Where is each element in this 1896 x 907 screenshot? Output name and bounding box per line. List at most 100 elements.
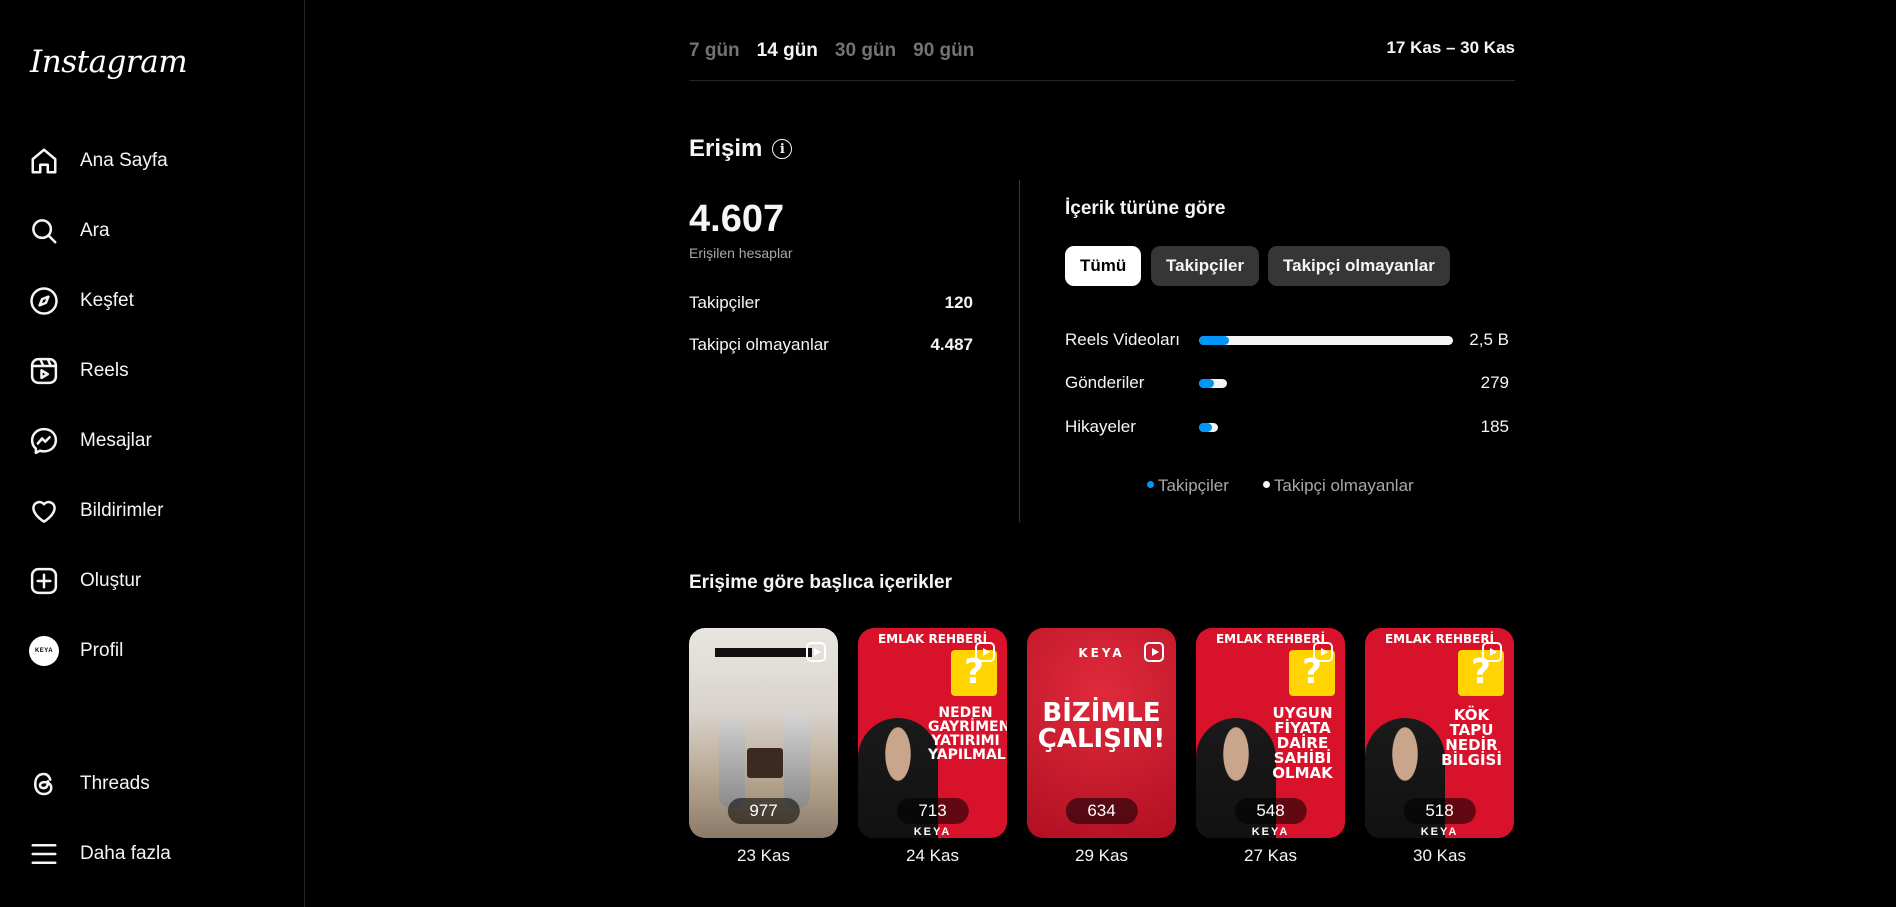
- post-date: 23 Kas: [737, 846, 790, 865]
- reel-icon: [975, 642, 995, 662]
- bar-track: [1199, 378, 1453, 388]
- nav-label: Ara: [80, 220, 110, 241]
- reel-icon: [1313, 642, 1333, 662]
- nav-label: Bildirimler: [80, 500, 164, 521]
- reach-count: 518: [1403, 798, 1476, 824]
- nav-label: Ana Sayfa: [80, 150, 168, 171]
- bar-label: Reels Videoları: [1065, 330, 1180, 349]
- nav-label: Reels: [80, 360, 129, 381]
- legend-label: Takipçi olmayanlar: [1273, 476, 1414, 495]
- tab-30-days[interactable]: 30 gün: [835, 40, 896, 62]
- thumb-headline: UYGUN FİYATA DAİRE SAHİBİ OLMAK: [1272, 704, 1333, 782]
- stat-label: Takipçiler: [689, 293, 760, 312]
- sidebar: Instagram Ana Sayfa Ara Keşfet Reels Mes…: [0, 0, 305, 907]
- top-content-title: Erişime göre başlıca içerikler: [689, 572, 952, 593]
- robot-figure: [719, 718, 745, 808]
- tab-90-days[interactable]: 90 gün: [913, 40, 974, 62]
- search-icon: [18, 205, 70, 257]
- thumb-headline: BİZİMLE ÇALIŞIN!: [1037, 698, 1166, 754]
- thumb-brand-bottom: KEYA: [913, 826, 952, 838]
- reach-count: 634: [1065, 798, 1138, 824]
- reach-total-label: Erişilen hesaplar: [689, 245, 793, 261]
- bar-label: Hikayeler: [1065, 417, 1136, 436]
- top-content-item: EMLAK REHBERİ KÖK TAPU NEDİR BİLGİSİ 518…: [1365, 628, 1514, 866]
- bar-fill-total: [1199, 335, 1453, 345]
- legend-dot: [1262, 481, 1270, 489]
- legend: Takipçiler Takipçi olmayanlar: [1147, 476, 1414, 496]
- bar-fill-followers: [1199, 378, 1215, 388]
- reach-total: 4.607: [689, 198, 785, 240]
- bar-row-reels: Reels Videoları 2,5 B: [1065, 328, 1509, 352]
- nav-messages[interactable]: Mesajlar: [18, 415, 288, 467]
- info-icon[interactable]: i: [772, 139, 793, 159]
- reach-title: Erişim i: [689, 135, 793, 163]
- messenger-icon: [18, 415, 70, 467]
- reels-icon: [18, 345, 70, 397]
- bar-track: [1199, 422, 1453, 432]
- thumb-headline: NEDEN GAYRİMENKUL YATIRIMI YAPILMALI?: [928, 705, 1007, 763]
- instagram-logo[interactable]: Instagram: [30, 44, 188, 80]
- nav-explore[interactable]: Keşfet: [18, 275, 288, 327]
- stat-label: Takipçi olmayanlar: [689, 335, 829, 354]
- top-content-item: EMLAK REHBERİ UYGUN FİYATA DAİRE SAHİBİ …: [1196, 628, 1345, 866]
- stat-value: 4.487: [930, 335, 973, 354]
- nav-label: Threads: [80, 773, 150, 794]
- legend-dot: [1147, 481, 1154, 489]
- thumb-brand-bottom: KEYA: [1420, 826, 1459, 838]
- vertical-divider: [1019, 180, 1020, 522]
- nav-threads[interactable]: Threads: [18, 758, 288, 810]
- filter-all[interactable]: Tümü: [1065, 246, 1142, 286]
- post-date: 27 Kas: [1244, 846, 1297, 865]
- reel-icon: [1144, 642, 1164, 662]
- nav-label: Oluştur: [80, 570, 142, 591]
- nav-profile[interactable]: KEYA Profil: [18, 625, 288, 677]
- nav-search[interactable]: Ara: [18, 205, 288, 257]
- nav-reels[interactable]: Reels: [18, 345, 288, 397]
- nav-home[interactable]: Ana Sayfa: [18, 135, 288, 187]
- date-range: 17 Kas – 30 Kas: [1386, 38, 1515, 57]
- reel-thumbnail[interactable]: EMLAK REHBERİ UYGUN FİYATA DAİRE SAHİBİ …: [1196, 628, 1345, 838]
- bar-fill-followers: [1199, 335, 1230, 345]
- post-date: 24 Kas: [906, 846, 959, 865]
- top-content-item: EMLAK REHBERİ NEDEN GAYRİMENKUL YATIRIMI…: [858, 628, 1007, 866]
- reach-count: 977: [727, 798, 800, 824]
- avatar: KEYA: [29, 636, 59, 666]
- filter-non-followers[interactable]: Takipçi olmayanlar: [1268, 246, 1450, 286]
- bar-row-stories: Hikayeler 185: [1065, 415, 1509, 439]
- menu-icon: [18, 828, 70, 880]
- nav-create[interactable]: Oluştur: [18, 555, 288, 607]
- post-date: 30 Kas: [1413, 846, 1466, 865]
- legend-label: Takipçiler: [1158, 476, 1229, 495]
- stat-value: 120: [944, 293, 973, 312]
- nav-more[interactable]: Daha fazla: [18, 828, 288, 880]
- nav-label: Profil: [80, 640, 124, 661]
- threads-icon: [18, 758, 70, 810]
- content-type-title: İçerik türüne göre: [1065, 198, 1226, 219]
- heart-icon: [18, 485, 70, 537]
- divider: [689, 80, 1515, 81]
- nav-notifications[interactable]: Bildirimler: [18, 485, 288, 537]
- nav-label: Keşfet: [80, 290, 134, 311]
- reel-thumbnail[interactable]: 977: [689, 628, 838, 838]
- filter-followers[interactable]: Takipçiler: [1151, 246, 1260, 286]
- stat-followers: Takipçiler 120: [689, 293, 973, 313]
- robot-figure: [784, 712, 810, 808]
- reel-thumbnail[interactable]: EMLAK REHBERİ KÖK TAPU NEDİR BİLGİSİ 518…: [1365, 628, 1514, 838]
- top-content-item: 977 23 Kas: [689, 628, 838, 866]
- legend-followers: Takipçiler: [1147, 476, 1229, 496]
- reel-thumbnail[interactable]: EMLAK REHBERİ NEDEN GAYRİMENKUL YATIRIMI…: [858, 628, 1007, 838]
- period-tabs: 7 gün 14 gün 30 gün 90 gün: [689, 40, 991, 62]
- reach-title-text: Erişim: [689, 135, 763, 162]
- home-icon: [18, 135, 70, 187]
- reel-icon: [806, 642, 826, 662]
- tab-7-days[interactable]: 7 gün: [689, 40, 740, 62]
- bar-label: Gönderiler: [1065, 373, 1145, 392]
- plus-square-icon: [18, 555, 70, 607]
- reach-count: 548: [1234, 798, 1307, 824]
- nav-label: Mesajlar: [80, 430, 152, 451]
- bar-value: 2,5 B: [1469, 330, 1509, 349]
- compass-icon: [18, 275, 70, 327]
- bar-row-posts: Gönderiler 279: [1065, 371, 1509, 395]
- tab-14-days[interactable]: 14 gün: [757, 40, 818, 62]
- reel-thumbnail[interactable]: KEYA BİZİMLE ÇALIŞIN! 634: [1027, 628, 1176, 838]
